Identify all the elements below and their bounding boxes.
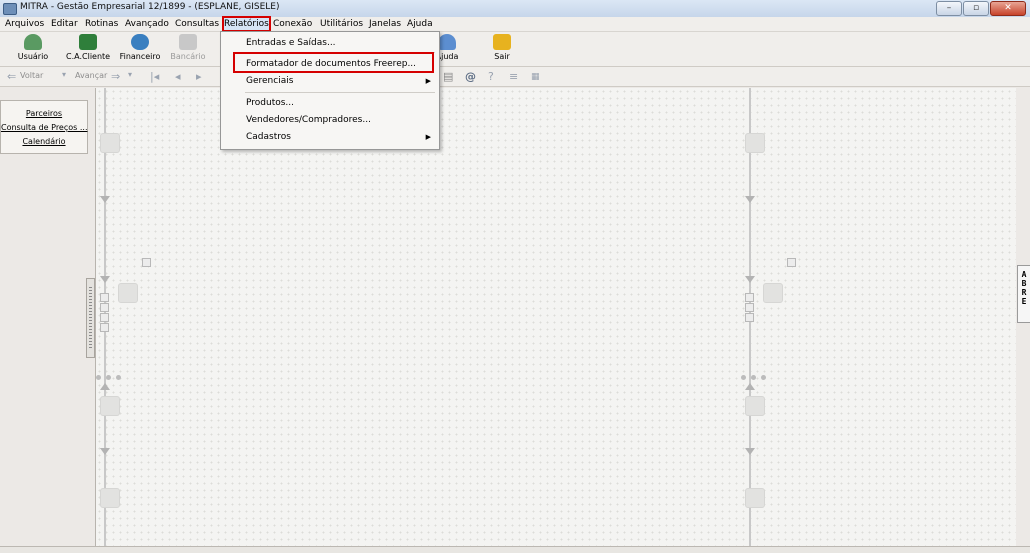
- close-icon: ✕: [1004, 3, 1012, 13]
- toolbar-cacliente-label: C.A.Cliente: [66, 52, 111, 61]
- menu-ajuda[interactable]: Ajuda: [407, 18, 433, 30]
- menu-editar[interactable]: Editar: [51, 18, 78, 30]
- sidebar-item-consulta-precos[interactable]: Consulta de Preços ...: [1, 121, 88, 135]
- abre-letter-a: A: [1021, 270, 1027, 279]
- menu-avancado[interactable]: Avançado: [125, 18, 169, 30]
- window-title: MITRA - Gestão Empresarial 12/1899 - (ES…: [20, 2, 280, 12]
- exit-icon: [493, 34, 511, 50]
- next-record-icon[interactable]: ▸: [196, 70, 202, 83]
- title-bar: MITRA - Gestão Empresarial 12/1899 - (ES…: [0, 0, 1030, 18]
- toolbar-bancario-label: Bancário: [170, 52, 206, 61]
- menu-rotinas[interactable]: Rotinas: [85, 18, 118, 30]
- menu-item-formatador-freerep-label: Formatador de documentos Freerep...: [246, 59, 417, 69]
- menu-item-produtos-label: Produtos...: [246, 98, 295, 108]
- panel-splitter[interactable]: [86, 278, 95, 358]
- money-icon: [131, 34, 149, 50]
- bank-icon: [179, 34, 197, 50]
- user-icon: [24, 34, 42, 50]
- menu-utilitarios[interactable]: Utilitários: [320, 18, 363, 30]
- maximize-icon: ▫: [972, 3, 980, 13]
- workspace-background: [95, 88, 1016, 546]
- menu-item-gerenciais-label: Gerenciais: [246, 76, 294, 86]
- navigation-toolbar-ext: [560, 67, 1030, 87]
- toolbar-cacliente-button[interactable]: C.A.Cliente: [66, 34, 110, 64]
- briefcase-icon: [79, 34, 97, 50]
- menu-item-produtos[interactable]: Produtos...: [221, 96, 439, 110]
- back-button[interactable]: Voltar: [20, 71, 43, 80]
- toolbar-sair-button[interactable]: Sair: [480, 34, 524, 64]
- abre-side-tab[interactable]: A B R E: [1017, 265, 1030, 323]
- question-icon[interactable]: ?: [488, 70, 494, 83]
- flow-decoration-left: [96, 88, 151, 546]
- toolbar-financeiro-label: Financeiro: [119, 52, 161, 61]
- window-controls: – ▫ ✕: [936, 1, 1026, 16]
- submenu-arrow-icon: ▶: [425, 77, 431, 85]
- help-icon: [438, 34, 456, 50]
- abre-letter-b: B: [1021, 279, 1027, 288]
- back-dropdown-icon[interactable]: ▾: [62, 70, 66, 79]
- forward-dropdown-icon[interactable]: ▾: [128, 70, 132, 79]
- minimize-icon: –: [946, 3, 952, 13]
- menu-conexao[interactable]: Conexão: [273, 18, 312, 30]
- back-arrow-icon: ⇐: [7, 70, 17, 83]
- sidebar-item-calendario[interactable]: Calendário: [1, 135, 87, 149]
- submenu-arrow-icon: ▶: [425, 133, 431, 141]
- email-icon[interactable]: @: [465, 70, 476, 83]
- menu-item-entradas-saidas[interactable]: Entradas e Saídas...: [221, 36, 439, 50]
- relatorios-dropdown-menu: Entradas e Saídas... Formatador de docum…: [220, 31, 440, 150]
- abre-letter-r: R: [1021, 288, 1027, 297]
- app-icon: [3, 3, 17, 15]
- abre-letter-e: E: [1021, 297, 1027, 306]
- menu-item-vendedores-compradores[interactable]: Vendedores/Compradores...: [221, 113, 439, 127]
- menu-item-vendedores-compradores-label: Vendedores/Compradores...: [246, 115, 371, 125]
- menu-relatorios[interactable]: Relatórios: [222, 16, 271, 32]
- menu-item-gerenciais[interactable]: Gerenciais ▶: [221, 74, 439, 88]
- close-button[interactable]: ✕: [990, 1, 1026, 16]
- minimize-button[interactable]: –: [936, 1, 962, 16]
- shortcut-panel: Parceiros Consulta de Preços ... Calendá…: [0, 100, 88, 154]
- toolbar-bancario-button[interactable]: Bancário: [166, 34, 210, 64]
- sidebar-item-parceiros[interactable]: Parceiros: [1, 107, 87, 121]
- first-record-icon[interactable]: |◂: [150, 70, 159, 83]
- toolbar-usuario-label: Usuário: [17, 52, 49, 61]
- toolbar-usuario-button[interactable]: Usuário: [11, 34, 55, 64]
- menu-item-entradas-saidas-label: Entradas e Saídas...: [246, 38, 336, 48]
- maximize-button[interactable]: ▫: [963, 1, 989, 16]
- wrap-icon[interactable]: ≡: [509, 70, 518, 83]
- menu-consultas[interactable]: Consultas: [175, 18, 219, 30]
- flow-decoration-right: [741, 88, 796, 546]
- previous-record-icon[interactable]: ◂: [175, 70, 181, 83]
- forward-button[interactable]: Avançar: [75, 71, 107, 80]
- toolbar-financeiro-button[interactable]: Financeiro: [118, 34, 162, 64]
- menu-item-cadastros[interactable]: Cadastros ▶: [221, 130, 439, 144]
- print-icon[interactable]: ▤: [443, 70, 453, 83]
- forward-arrow-icon: ⇒: [111, 70, 121, 83]
- splitter-grip-icon: [89, 287, 92, 349]
- grid-icon[interactable]: ▦: [531, 72, 540, 82]
- menu-item-formatador-freerep[interactable]: Formatador de documentos Freerep...: [221, 57, 439, 71]
- toolbar-sair-label: Sair: [494, 52, 510, 61]
- menu-bar: Arquivos Editar Rotinas Avançado Consult…: [0, 16, 1030, 32]
- menu-janelas[interactable]: Janelas: [369, 18, 401, 30]
- menu-item-cadastros-label: Cadastros: [246, 132, 291, 142]
- menu-arquivos[interactable]: Arquivos: [5, 18, 44, 30]
- menu-separator: [245, 92, 435, 93]
